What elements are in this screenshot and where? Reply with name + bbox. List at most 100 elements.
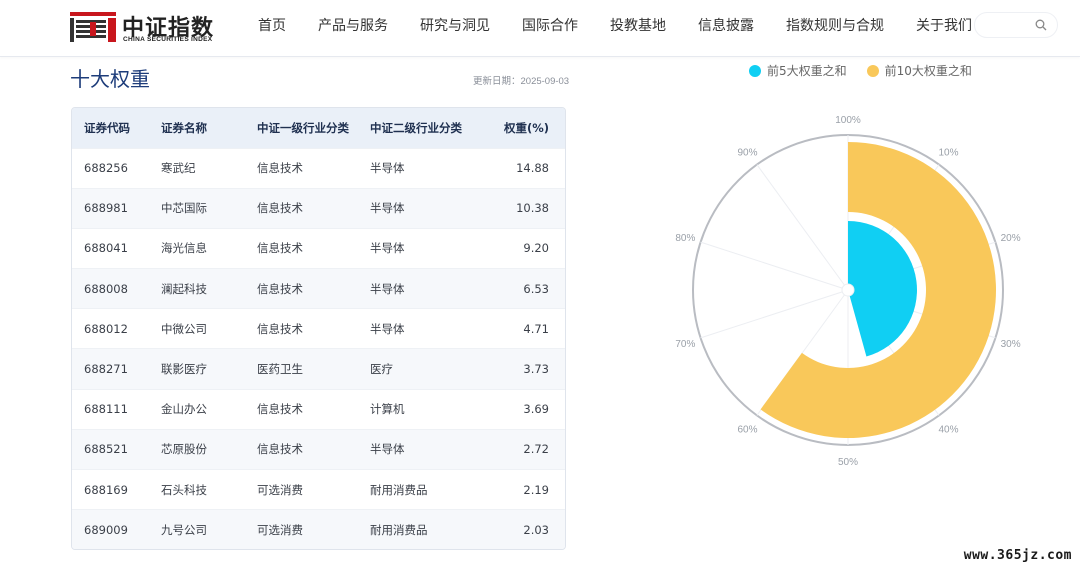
header-weight[interactable]: 权重(%) [480, 108, 565, 148]
cell-code: 688041 [72, 227, 161, 269]
update-date: 更新日期：2025-09-03 [473, 76, 570, 87]
chart-tick-label: 30% [1001, 339, 1021, 350]
table-row[interactable]: 688271 联影医疗 医药卫生 医疗 3.73 [72, 348, 565, 390]
search-box[interactable] [974, 12, 1058, 38]
cell-industry-l1: 信息技术 [257, 308, 370, 349]
search-icon[interactable] [1035, 19, 1047, 31]
cell-name: 寒武纪 [161, 147, 257, 189]
cell-industry-l1: 信息技术 [257, 187, 370, 229]
chart-center-dot [841, 283, 855, 297]
legend-label-top10: 前10大权重之和 [884, 64, 972, 78]
nav-item-international[interactable]: 国际合作 [522, 15, 578, 35]
cell-name: 芯原股份 [161, 428, 257, 470]
nav-item-about[interactable]: 关于我们 [916, 15, 972, 35]
cell-code: 688256 [72, 147, 161, 189]
cell-name: 金山办公 [161, 388, 257, 430]
nav-item-research[interactable]: 研究与洞见 [420, 15, 490, 35]
cell-industry-l1: 可选消费 [257, 468, 370, 510]
cell-code: 688111 [72, 388, 161, 430]
cell-weight: 6.53 [480, 268, 565, 309]
cell-industry-l2: 计算机 [370, 388, 480, 430]
nav-item-products[interactable]: 产品与服务 [318, 15, 388, 35]
cell-weight: 2.03 [480, 509, 565, 549]
table-row[interactable]: 688111 金山办公 信息技术 计算机 3.69 [72, 388, 565, 430]
section-title: 十大权重 [70, 67, 150, 91]
chart-tick-label: 20% [1001, 233, 1021, 244]
top-ten-weights-table: 证券代码 证券名称 中证一级行业分类 中证二级行业分类 权重(%) 688256… [71, 107, 566, 550]
header-code[interactable]: 证券代码 [72, 108, 161, 148]
cell-industry-l2: 耐用消费品 [370, 509, 480, 549]
header-industry-l1[interactable]: 中证一级行业分类 [257, 108, 370, 148]
site-logo[interactable]: 中证指数 CHINA SECURITIES INDEX [70, 10, 230, 46]
cell-industry-l2: 半导体 [370, 147, 480, 189]
chart-tick-label: 60% [737, 424, 757, 435]
watermark: www.365jz.com [963, 548, 1072, 563]
cell-industry-l2: 耐用消费品 [370, 468, 480, 510]
cell-code: 688012 [72, 308, 161, 349]
cell-code: 689009 [72, 509, 161, 549]
table-row[interactable]: 688521 芯原股份 信息技术 半导体 2.72 [72, 428, 565, 470]
logo-mark-icon [70, 12, 116, 42]
cell-industry-l2: 半导体 [370, 227, 480, 269]
table-row[interactable]: 688981 中芯国际 信息技术 半导体 10.38 [72, 187, 565, 229]
cell-weight: 2.19 [480, 468, 565, 510]
legend-item-top10[interactable]: 前10大权重之和 [866, 62, 972, 79]
header-name[interactable]: 证券名称 [161, 108, 257, 148]
legend-item-top5[interactable]: 前5大权重之和 [749, 62, 847, 79]
cell-name: 中微公司 [161, 308, 257, 349]
header-industry-l2[interactable]: 中证二级行业分类 [370, 108, 480, 148]
nav-item-investor-education[interactable]: 投教基地 [610, 15, 666, 35]
table-row[interactable]: 688256 寒武纪 信息技术 半导体 14.88 [72, 147, 565, 189]
chart-tick-label: 10% [939, 148, 959, 159]
table-header-row: 证券代码 证券名称 中证一级行业分类 中证二级行业分类 权重(%) [72, 108, 565, 148]
cell-industry-l2: 半导体 [370, 428, 480, 470]
cell-industry-l1: 信息技术 [257, 268, 370, 309]
cell-industry-l2: 半导体 [370, 187, 480, 229]
cell-industry-l2: 医疗 [370, 348, 480, 390]
logo-text-en: CHINA SECURITIES INDEX [123, 36, 213, 43]
site-header: 中证指数 CHINA SECURITIES INDEX 首页 产品与服务 研究与… [0, 0, 1080, 57]
cell-name: 海光信息 [161, 227, 257, 269]
cell-industry-l1: 信息技术 [257, 147, 370, 189]
cell-code: 688169 [72, 468, 161, 510]
chart-tick-label: 90% [737, 148, 757, 159]
cell-weight: 9.20 [480, 227, 565, 269]
cell-industry-l1: 信息技术 [257, 388, 370, 430]
cell-industry-l1: 信息技术 [257, 227, 370, 269]
cell-name: 石头科技 [161, 468, 257, 510]
nav-item-rules[interactable]: 指数规则与合规 [786, 15, 884, 35]
nav-item-disclosure[interactable]: 信息披露 [698, 15, 754, 35]
table-row[interactable]: 688012 中微公司 信息技术 半导体 4.71 [72, 308, 565, 349]
cell-weight: 2.72 [480, 428, 565, 470]
cell-industry-l2: 半导体 [370, 268, 480, 309]
cell-industry-l2: 半导体 [370, 308, 480, 349]
cell-code: 688271 [72, 348, 161, 390]
cell-weight: 3.73 [480, 348, 565, 390]
table-row[interactable]: 688169 石头科技 可选消费 耐用消费品 2.19 [72, 468, 565, 510]
table-row[interactable]: 688041 海光信息 信息技术 半导体 9.20 [72, 227, 565, 269]
chart-tick-label: 100% [835, 115, 861, 126]
cell-weight: 10.38 [480, 187, 565, 229]
nav-item-home[interactable]: 首页 [258, 15, 286, 35]
table-row[interactable]: 688008 澜起科技 信息技术 半导体 6.53 [72, 268, 565, 309]
chart-tick-label: 80% [675, 233, 695, 244]
cell-weight: 4.71 [480, 308, 565, 349]
cell-code: 688981 [72, 187, 161, 229]
chart-tick-label: 50% [838, 457, 858, 468]
table-row[interactable]: 689009 九号公司 可选消费 耐用消费品 2.03 [72, 509, 565, 549]
cell-weight: 3.69 [480, 388, 565, 430]
legend-dot-top10 [866, 64, 879, 77]
polar-bar-chart: 100% 10% 20% 30% 40% 50% 60% 70% 80% 90% [675, 115, 1021, 468]
cell-name: 澜起科技 [161, 268, 257, 309]
chart-tick-label: 40% [939, 424, 959, 435]
cell-industry-l1: 医药卫生 [257, 348, 370, 390]
cell-name: 中芯国际 [161, 187, 257, 229]
cell-name: 联影医疗 [161, 348, 257, 390]
cell-code: 688008 [72, 268, 161, 309]
cell-industry-l1: 可选消费 [257, 509, 370, 549]
chart-legend: 前5大权重之和 前10大权重之和 [749, 62, 992, 79]
legend-label-top5: 前5大权重之和 [767, 64, 847, 78]
cell-weight: 14.88 [480, 147, 565, 189]
chart-tick-label: 70% [675, 339, 695, 350]
main-nav: 首页 产品与服务 研究与洞见 国际合作 投教基地 信息披露 指数规则与合规 关于… [258, 15, 1004, 35]
